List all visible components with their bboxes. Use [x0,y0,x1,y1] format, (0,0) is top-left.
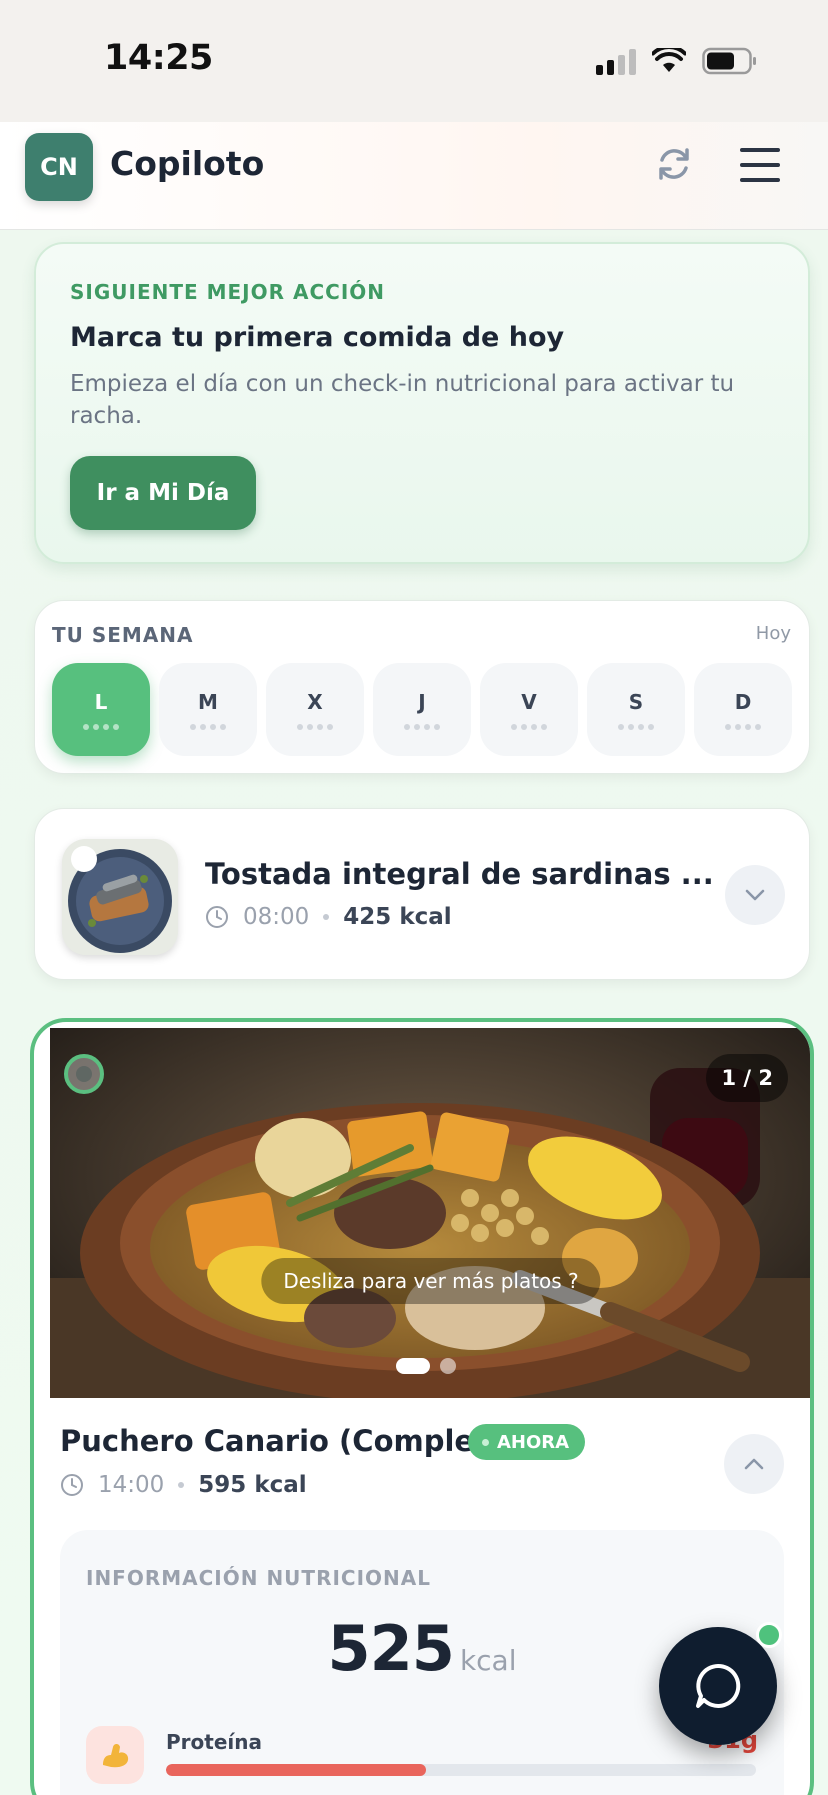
refresh-icon [659,148,689,180]
online-status-dot [756,1622,782,1648]
next-action-eyebrow: SIGUIENTE MEJOR ACCIÓN [70,280,385,304]
meta-separator [178,1482,185,1488]
day-meal-dots [83,723,119,730]
flexed-biceps-icon [86,1726,144,1784]
day-meal-dots [725,723,761,730]
meal-card[interactable]: Tostada integral de sardinas ... 08:00 4… [34,808,810,980]
wifi-icon [652,48,686,72]
day-saturday[interactable]: S [587,663,685,756]
kcal-value: 525 [327,1612,455,1685]
protein-progress-bar [166,1764,756,1776]
day-sunday[interactable]: D [694,663,792,756]
day-tuesday[interactable]: M [159,663,257,756]
day-meal-dots [297,723,333,730]
status-time: 14:25 [104,38,213,78]
app-header: CN Copiloto [0,122,828,230]
week-days: L M X J V S D [52,663,792,756]
pager-dot[interactable] [440,1358,456,1374]
macro-label: Proteína [166,1730,262,1754]
day-label: L [94,689,108,714]
week-today-link[interactable]: Hoy [756,623,791,644]
day-meal-dots [404,723,440,730]
chat-bubble-icon [696,1663,741,1708]
next-action-description: Empieza el día con un check-in nutricion… [70,371,735,429]
chat-button[interactable] [659,1627,777,1745]
hamburger-menu-icon[interactable] [740,148,780,182]
meal-meta: 08:00 425 kcal [205,904,452,930]
chevron-down-icon [745,889,765,901]
week-card: TU SEMANA Hoy L M X J V S D [34,600,810,774]
day-label: M [198,689,218,714]
meal-kcal: 595 kcal [198,1472,307,1498]
expand-meal-button[interactable] [725,865,785,925]
clock-icon [61,1474,83,1496]
next-action-title: Marca tu primera comida de hoy [70,322,565,353]
day-monday[interactable]: L [52,663,150,756]
battery-icon [702,47,756,75]
meal-title: Tostada integral de sardinas ... [205,857,714,891]
swipe-hint: Desliza para ver más platos ? [261,1258,601,1304]
day-meal-dots [511,723,547,730]
nutrition-title: INFORMACIÓN NUTRICIONAL [86,1566,431,1590]
status-icons [596,44,758,78]
meal-photo [50,1028,810,1398]
status-bar: 14:25 [0,0,828,122]
day-wednesday[interactable]: X [266,663,364,756]
meal-thumbnail [62,839,178,955]
meal-time: 08:00 [243,904,310,930]
meta-separator [323,914,330,920]
app-title: Copiloto [110,144,265,183]
carousel-pager[interactable] [396,1358,456,1374]
chevron-up-icon [744,1458,764,1470]
now-badge: AHORA [468,1424,586,1460]
day-label: V [521,689,537,714]
clock-icon [206,906,228,928]
meal-title: Puchero Canario (Completo) [60,1424,522,1458]
meal-select-radio[interactable] [64,1054,104,1094]
collapse-meal-button[interactable] [724,1434,784,1494]
avatar[interactable]: CN [25,133,93,201]
day-label: D [734,689,752,714]
day-meal-dots [618,723,654,730]
gallery-counter: 1 / 2 [706,1054,788,1102]
day-friday[interactable]: V [480,663,578,756]
next-action-card: SIGUIENTE MEJOR ACCIÓN Marca tu primera … [34,242,810,564]
meal-time: 14:00 [98,1472,165,1498]
meal-meta: 14:00 595 kcal [60,1472,307,1498]
day-thursday[interactable]: J [373,663,471,756]
meal-photo-carousel[interactable]: 1 / 2 Desliza para ver más platos ? [50,1028,810,1398]
day-meal-dots [190,723,226,730]
day-label: S [628,689,644,714]
cellular-signal-icon [596,47,636,75]
day-label: J [418,689,426,714]
pager-dot-active[interactable] [396,1358,430,1374]
meal-kcal: 425 kcal [343,904,452,930]
day-label: X [307,689,323,714]
kcal-unit: kcal [459,1644,517,1677]
protein-progress-fill [166,1764,426,1776]
week-title: TU SEMANA [52,623,194,647]
refresh-button[interactable] [652,142,696,186]
go-to-my-day-button[interactable]: Ir a Mi Día [70,456,256,530]
now-badge-label: AHORA [497,1431,570,1453]
